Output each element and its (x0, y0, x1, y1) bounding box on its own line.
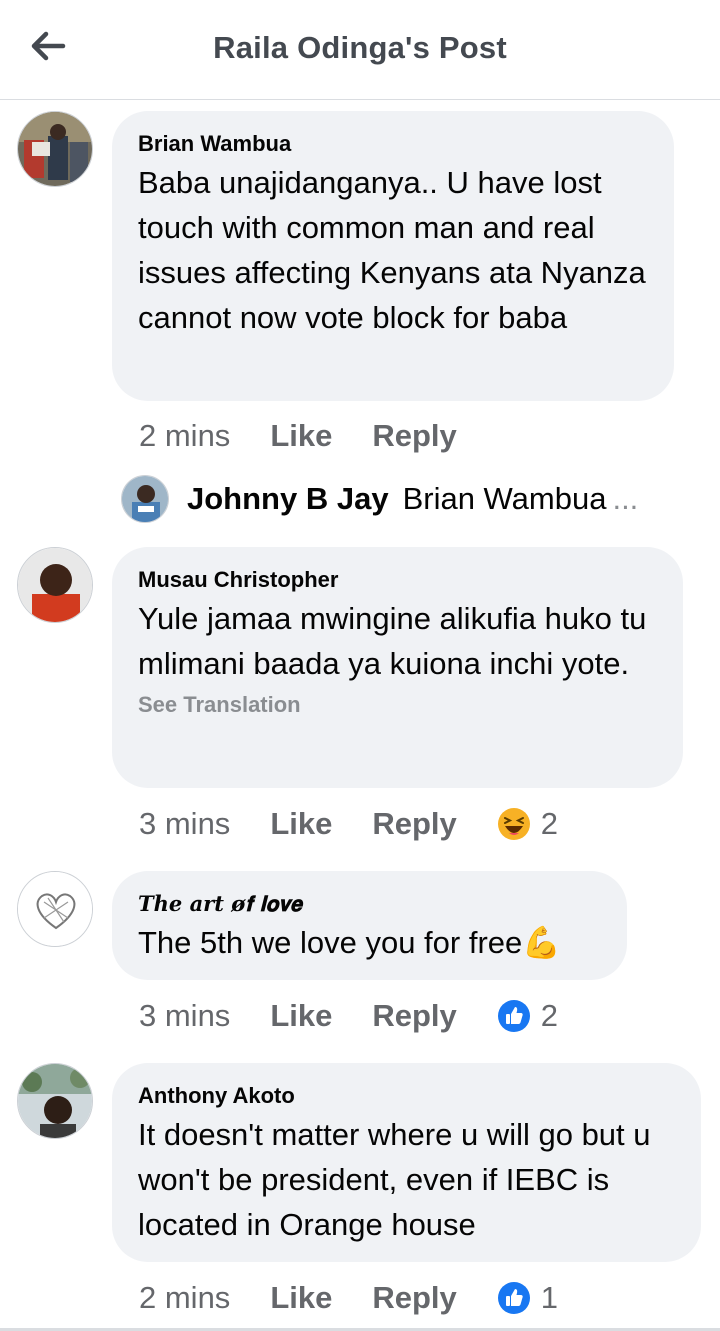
avatar-brian-wambua[interactable] (17, 111, 93, 187)
comment-bubble: 𝑻𝒉𝒆 𝒂𝒓𝒕 ø𝐟 𝐥𝐨𝐯𝐞 The 5th we love you for … (112, 871, 627, 980)
comment-text: The 5th we love you for free💪 (138, 925, 561, 960)
comment-time[interactable]: 2 mins (139, 1280, 230, 1316)
comment-actions: 2 mins Like Reply 1 (139, 1278, 558, 1318)
comment-bubble: Musau Christopher Yule jamaa mwingine al… (112, 547, 683, 788)
see-translation-link[interactable]: See Translation (138, 692, 657, 718)
avatar-musau-christopher[interactable] (17, 547, 93, 623)
comment-text: It doesn't matter where u will go but u … (138, 1117, 651, 1242)
comment-bubble: Anthony Akoto It doesn't matter where u … (112, 1063, 701, 1262)
reaction-count: 1 (540, 1280, 559, 1315)
reply-button[interactable]: Reply (372, 806, 456, 842)
like-button[interactable]: Like (270, 998, 332, 1034)
avatar-johnny-b-jay (121, 475, 169, 523)
like-thumb-icon (497, 1000, 530, 1032)
reaction-count: 2 (540, 806, 559, 841)
comment-actions: 2 mins Like Reply (139, 416, 497, 456)
like-button[interactable]: Like (270, 1280, 332, 1316)
reply-preview[interactable]: Johnny B Jay Brian Wambua ... (121, 474, 638, 524)
comment-actions: 3 mins Like Reply 2 (139, 804, 558, 844)
comment-actions: 3 mins Like Reply 2 (139, 996, 558, 1036)
page-title: Raila Odinga's Post (213, 30, 507, 65)
comment-text: Baba unajidanganya.. U have lost touch w… (138, 165, 646, 335)
comment-text: Yule jamaa mwingine alikufia huko tu mli… (138, 601, 647, 681)
comment-author[interactable]: Brian Wambua (138, 131, 648, 157)
reply-button[interactable]: Reply (372, 418, 456, 454)
comment-author[interactable]: Musau Christopher (138, 567, 657, 593)
comment-time[interactable]: 3 mins (139, 806, 230, 842)
laughing-emoji-icon (497, 808, 530, 840)
avatar-the-art-of-love[interactable] (17, 871, 93, 947)
reply-ellipsis: ... (612, 481, 639, 516)
reaction-count: 2 (540, 998, 559, 1033)
avatar-anthony-akoto[interactable] (17, 1063, 93, 1139)
reply-button[interactable]: Reply (372, 998, 456, 1034)
reply-author: Johnny B Jay (187, 481, 389, 516)
like-button[interactable]: Like (270, 806, 332, 842)
reaction-summary[interactable]: 1 (497, 1280, 558, 1316)
like-button[interactable]: Like (270, 418, 332, 454)
comment-time[interactable]: 3 mins (139, 998, 230, 1034)
like-thumb-icon (497, 1282, 530, 1314)
comment-author[interactable]: 𝑻𝒉𝒆 𝒂𝒓𝒕 ø𝐟 𝐥𝐨𝐯𝐞 (138, 891, 601, 917)
top-bar: Raila Odinga's Post (0, 0, 720, 100)
comment-bubble: Brian Wambua Baba unajidanganya.. U have… (112, 111, 674, 401)
reaction-summary[interactable]: 2 (497, 806, 558, 842)
reply-button[interactable]: Reply (372, 1280, 456, 1316)
comment-author[interactable]: Anthony Akoto (138, 1083, 675, 1109)
reply-text: Brian Wambua (402, 481, 607, 516)
comment-time[interactable]: 2 mins (139, 418, 230, 454)
reaction-summary[interactable]: 2 (497, 998, 558, 1034)
